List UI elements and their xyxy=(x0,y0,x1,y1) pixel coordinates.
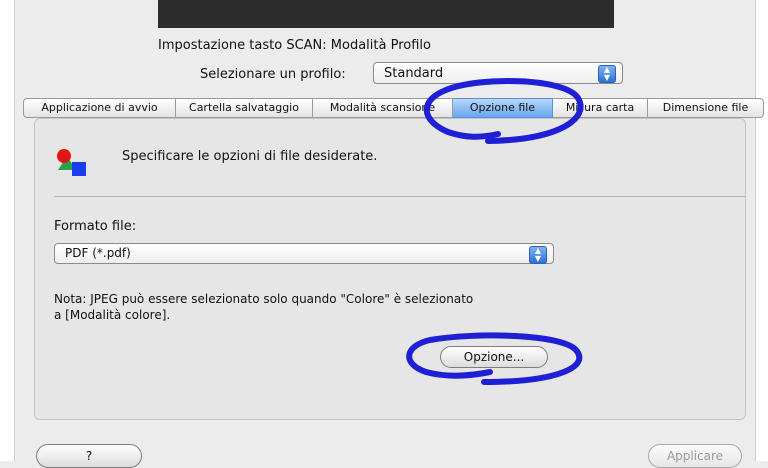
top-black-bar xyxy=(158,0,614,28)
help-button[interactable]: ? xyxy=(36,444,142,468)
note-line-2: a [Modalità colore]. xyxy=(54,308,171,322)
note-line-1: Nota: JPEG può essere selezionato solo q… xyxy=(54,292,474,306)
shapes-icon xyxy=(57,149,86,176)
window-left-edge xyxy=(0,0,15,461)
format-select-value: PDF (*.pdf) xyxy=(65,246,131,260)
tab-misura-carta[interactable]: Misura carta xyxy=(553,98,648,118)
apply-button[interactable]: Applicare xyxy=(648,444,742,468)
tab-bar: Applicazione di avvio Cartella salvatagg… xyxy=(23,98,764,118)
tab-cartella-salvataggio[interactable]: Cartella salvataggio xyxy=(176,98,313,118)
tab-opzione-file[interactable]: Opzione file xyxy=(453,98,553,118)
format-label: Formato file: xyxy=(54,219,137,234)
profile-select[interactable]: Standard ▲ ▼ xyxy=(373,62,623,84)
note-text: Nota: JPEG può essere selezionato solo q… xyxy=(54,291,574,323)
option-button[interactable]: Opzione... xyxy=(440,346,548,368)
tab-applicazione-avvio[interactable]: Applicazione di avvio xyxy=(23,98,176,118)
divider xyxy=(54,196,745,197)
tab-modalita-scansione[interactable]: Modalità scansione xyxy=(313,98,453,118)
up-down-arrows-icon: ▲ ▼ xyxy=(529,246,547,264)
profile-label: Selezionare un profilo: xyxy=(200,67,346,82)
profile-select-value: Standard xyxy=(384,66,444,81)
panel-description: Specificare le opzioni di file desiderat… xyxy=(122,149,378,164)
page-title: Impostazione tasto SCAN: Modalità Profil… xyxy=(158,38,431,53)
up-down-arrows-icon: ▲ ▼ xyxy=(598,65,616,83)
tab-dimensione-file[interactable]: Dimensione file xyxy=(648,98,764,118)
window-right-edge xyxy=(755,0,768,461)
format-select[interactable]: PDF (*.pdf) ▲ ▼ xyxy=(54,243,554,264)
